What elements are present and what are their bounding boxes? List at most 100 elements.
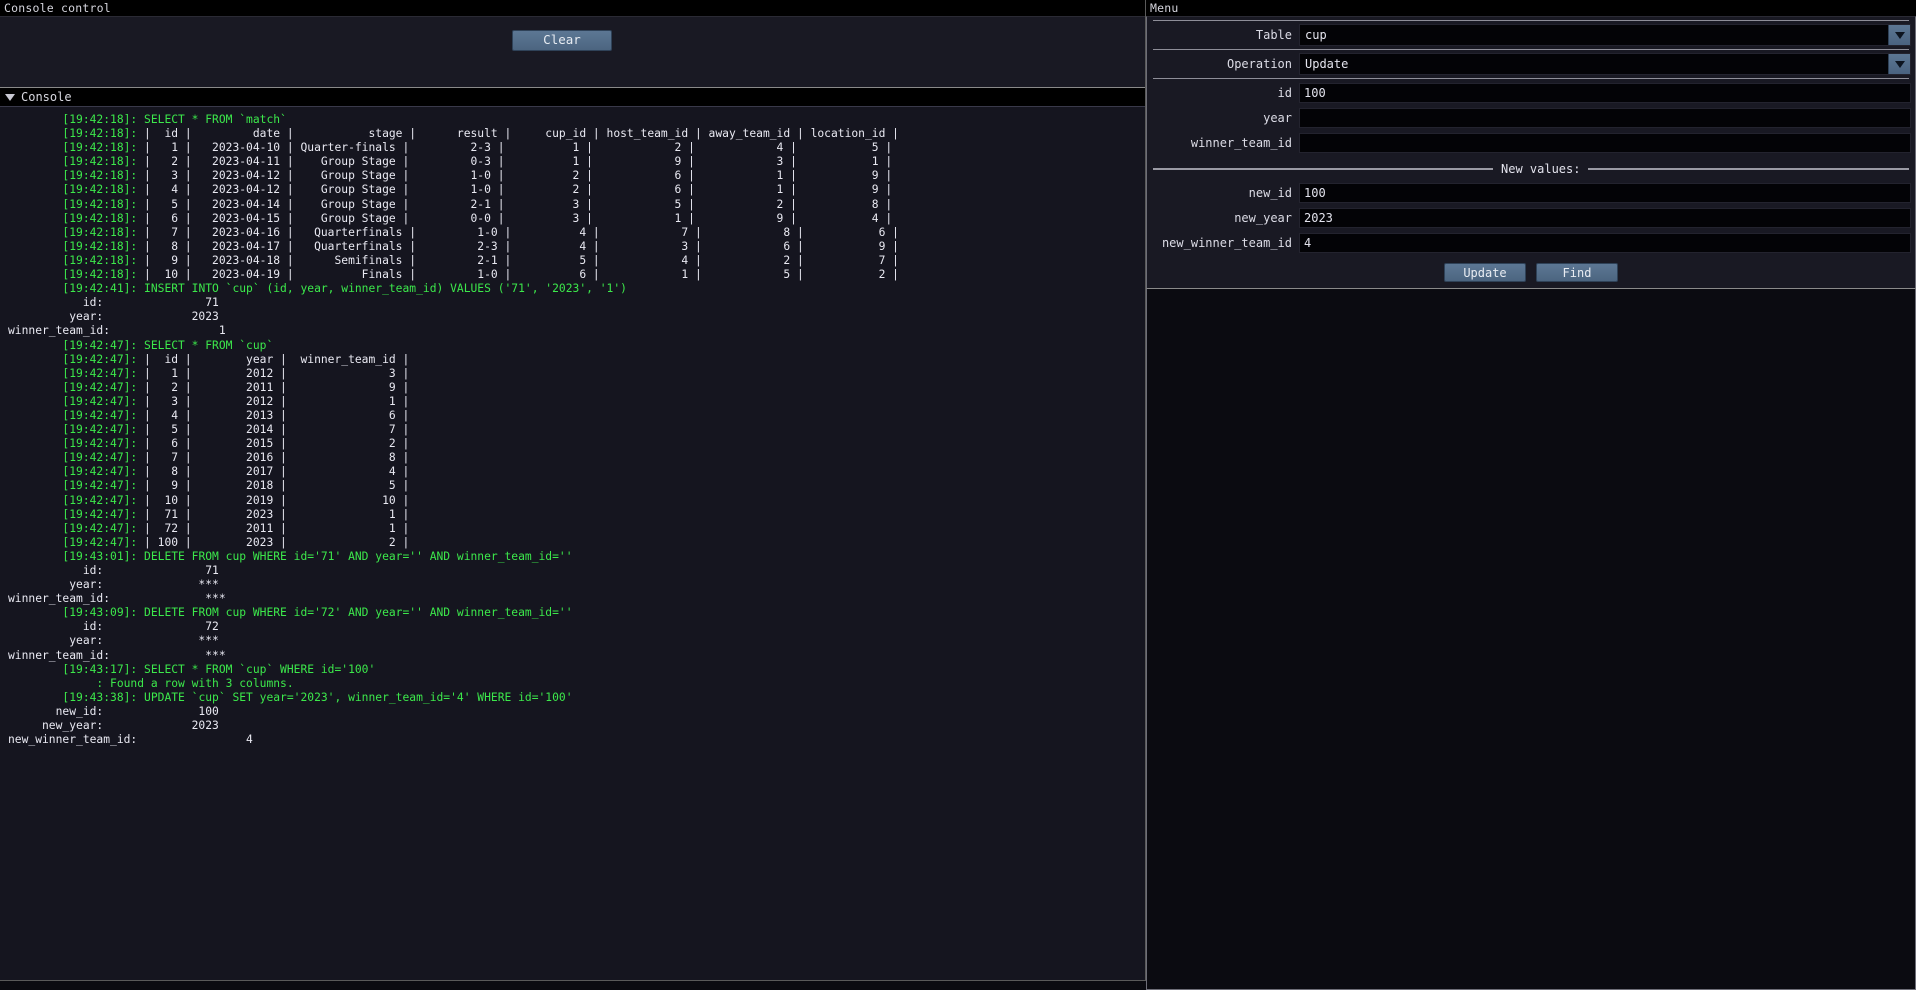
- new-field-label-new_winner_team_id: new_winner_team_id: [1161, 236, 1292, 250]
- console-log-line: [19:42:47]: | 5 | 2014 | 7 |: [8, 423, 1145, 437]
- log-timestamp: [19:42:47]:: [8, 408, 138, 422]
- menu-action-buttons: Update Find: [1151, 263, 1911, 282]
- console-toolbar: Clear: [0, 16, 1145, 88]
- log-text: year: ***: [8, 634, 219, 648]
- log-text: new_year: 2023: [8, 719, 219, 733]
- console-log-line: [19:42:47]: | 2 | 2011 | 9 |: [8, 381, 1145, 395]
- operation-selector-row: Operation Update: [1151, 53, 1911, 75]
- console-log-line: [19:42:47]: | 72 | 2011 | 1 |: [8, 522, 1145, 536]
- console-log-line: id: 72: [8, 620, 1145, 634]
- log-text: new_id: 100: [8, 704, 219, 718]
- log-text: | 2 | 2011 | 9 |: [137, 380, 410, 394]
- where-field-row: winner_team_id: [1151, 132, 1911, 154]
- console-section-header[interactable]: Console: [0, 88, 1145, 107]
- log-text: | 7 | 2016 | 8 |: [137, 451, 410, 465]
- operation-select[interactable]: Update: [1299, 53, 1911, 75]
- log-timestamp: [19:42:18]:: [8, 169, 138, 183]
- application-window: Console control Clear Console [19:42:18]…: [0, 0, 1916, 990]
- log-timestamp: [19:42:47]:: [8, 394, 138, 408]
- new-field-input-new_year[interactable]: [1299, 208, 1911, 228]
- chevron-down-icon[interactable]: [1888, 25, 1910, 45]
- panel-title-console-control: Console control: [0, 0, 1145, 16]
- console-section-label: Console: [21, 89, 72, 104]
- log-text: SELECT * FROM `match`: [137, 113, 287, 126]
- log-text: | 6 | 2015 | 2 |: [137, 437, 410, 451]
- log-text: SELECT * FROM `cup`: [137, 338, 274, 352]
- log-timestamp: [19:42:47]:: [8, 507, 138, 521]
- log-timestamp: [19:42:18]:: [8, 211, 138, 225]
- log-timestamp: [19:42:18]:: [8, 197, 138, 211]
- log-text: | 5 | 2014 | 7 |: [137, 423, 410, 437]
- log-text: | 7 | 2023-04-16 | Quarterfinals | 1-0 |…: [137, 225, 899, 239]
- log-timestamp: [19:42:47]:: [8, 437, 138, 451]
- console-log-line: [19:42:47]: | 10 | 2019 | 10 |: [8, 494, 1145, 508]
- log-timestamp: [19:43:17]:: [8, 662, 138, 676]
- log-text: | 3 | 2012 | 1 |: [137, 394, 410, 408]
- log-text: UPDATE `cup` SET year='2023', winner_tea…: [137, 690, 573, 704]
- clear-button[interactable]: Clear: [512, 30, 612, 51]
- console-log-line: [19:42:47]: | 71 | 2023 | 1 |: [8, 508, 1145, 522]
- console-control-panel: Console control Clear Console [19:42:18]…: [0, 0, 1146, 990]
- console-log-line: year: ***: [8, 578, 1145, 592]
- chevron-down-icon[interactable]: [1888, 54, 1910, 74]
- find-button[interactable]: Find: [1536, 263, 1618, 282]
- where-fields-group: id year winner_team_id: [1151, 82, 1911, 154]
- log-text: | 100 | 2023 | 2 |: [137, 535, 410, 549]
- console-log-line: [19:42:18]: | 5 | 2023-04-14 | Group Sta…: [8, 198, 1145, 212]
- console-log-line: year: 2023: [8, 310, 1145, 324]
- console-log-line: [19:42:18]: | 10 | 2023-04-19 | Finals |…: [8, 268, 1145, 282]
- log-text: | 4 | 2013 | 6 |: [137, 408, 410, 422]
- console-log-line: [19:42:18]: | 8 | 2023-04-17 | Quarterfi…: [8, 240, 1145, 254]
- log-text: : Found a row with 3 columns.: [8, 676, 294, 690]
- console-log-line: [19:42:18]: | 4 | 2023-04-12 | Group Sta…: [8, 183, 1145, 197]
- console-log-line: [19:42:18]: | 7 | 2023-04-16 | Quarterfi…: [8, 226, 1145, 240]
- where-field-label-year: year: [1263, 111, 1292, 125]
- console-log-line: [19:42:47]: | 3 | 2012 | 1 |: [8, 395, 1145, 409]
- divider-after-table: [1153, 49, 1909, 50]
- log-timestamp: [19:43:38]:: [8, 690, 138, 704]
- log-timestamp: [19:42:47]:: [8, 535, 138, 549]
- where-field-input-year[interactable]: [1299, 108, 1911, 128]
- log-timestamp: [19:42:47]:: [8, 380, 138, 394]
- log-text: | 10 | 2023-04-19 | Finals | 1-0 | 6 | 1…: [137, 268, 899, 282]
- where-field-input-id[interactable]: [1299, 83, 1911, 103]
- where-field-input-winner_team_id[interactable]: [1299, 133, 1911, 153]
- log-timestamp: [19:42:18]:: [8, 253, 138, 267]
- console-log-line: winner_team_id: ***: [8, 649, 1145, 663]
- new-field-input-new_winner_team_id[interactable]: [1299, 233, 1911, 253]
- log-text: year: ***: [8, 578, 219, 592]
- console-bottom-strip: [0, 980, 1146, 990]
- log-timestamp: [19:42:18]:: [8, 268, 138, 282]
- panel-title-menu: Menu: [1146, 0, 1916, 16]
- log-timestamp: [19:42:47]:: [8, 521, 138, 535]
- log-text: winner_team_id: ***: [8, 648, 226, 662]
- console-log-line: [19:42:18]: | 3 | 2023-04-12 | Group Sta…: [8, 169, 1145, 183]
- table-select-value: cup: [1305, 28, 1327, 42]
- log-text: DELETE FROM cup WHERE id='71' AND year='…: [137, 549, 573, 563]
- console-log-line: new_winner_team_id: 4: [8, 733, 1145, 747]
- log-text: | 5 | 2023-04-14 | Group Stage | 2-1 | 3…: [137, 197, 893, 211]
- console-log-line: [19:42:18]: | 2 | 2023-04-11 | Group Sta…: [8, 155, 1145, 169]
- log-timestamp: [19:43:09]:: [8, 606, 138, 620]
- console-log-line: winner_team_id: ***: [8, 592, 1145, 606]
- log-text: | 4 | 2023-04-12 | Group Stage | 1-0 | 2…: [137, 183, 893, 197]
- log-timestamp: [19:42:41]:: [8, 282, 138, 296]
- log-timestamp: [19:42:47]:: [8, 479, 138, 493]
- log-text: | 8 | 2023-04-17 | Quarterfinals | 2-3 |…: [137, 239, 899, 253]
- log-timestamp: [19:42:47]:: [8, 423, 138, 437]
- log-timestamp: [19:42:18]:: [8, 183, 138, 197]
- log-text: | 1 | 2012 | 3 |: [137, 366, 410, 380]
- console-log-line: : Found a row with 3 columns.: [8, 677, 1145, 691]
- console-log-line: [19:42:47]: | 6 | 2015 | 2 |: [8, 437, 1145, 451]
- console-log-line: id: 71: [8, 564, 1145, 578]
- log-timestamp: [19:42:47]:: [8, 493, 138, 507]
- console-output[interactable]: [19:42:18]: SELECT * FROM `match` [19:42…: [0, 107, 1145, 990]
- log-text: | 9 | 2018 | 5 |: [137, 479, 410, 493]
- triangle-down-icon[interactable]: [5, 93, 15, 101]
- console-log-line: [19:43:17]: SELECT * FROM `cup` WHERE id…: [8, 663, 1145, 677]
- log-timestamp: [19:42:18]:: [8, 239, 138, 253]
- update-button[interactable]: Update: [1444, 263, 1526, 282]
- divider-after-operation: [1153, 78, 1909, 79]
- table-select[interactable]: cup: [1299, 24, 1911, 46]
- new-field-input-new_id[interactable]: [1299, 183, 1911, 203]
